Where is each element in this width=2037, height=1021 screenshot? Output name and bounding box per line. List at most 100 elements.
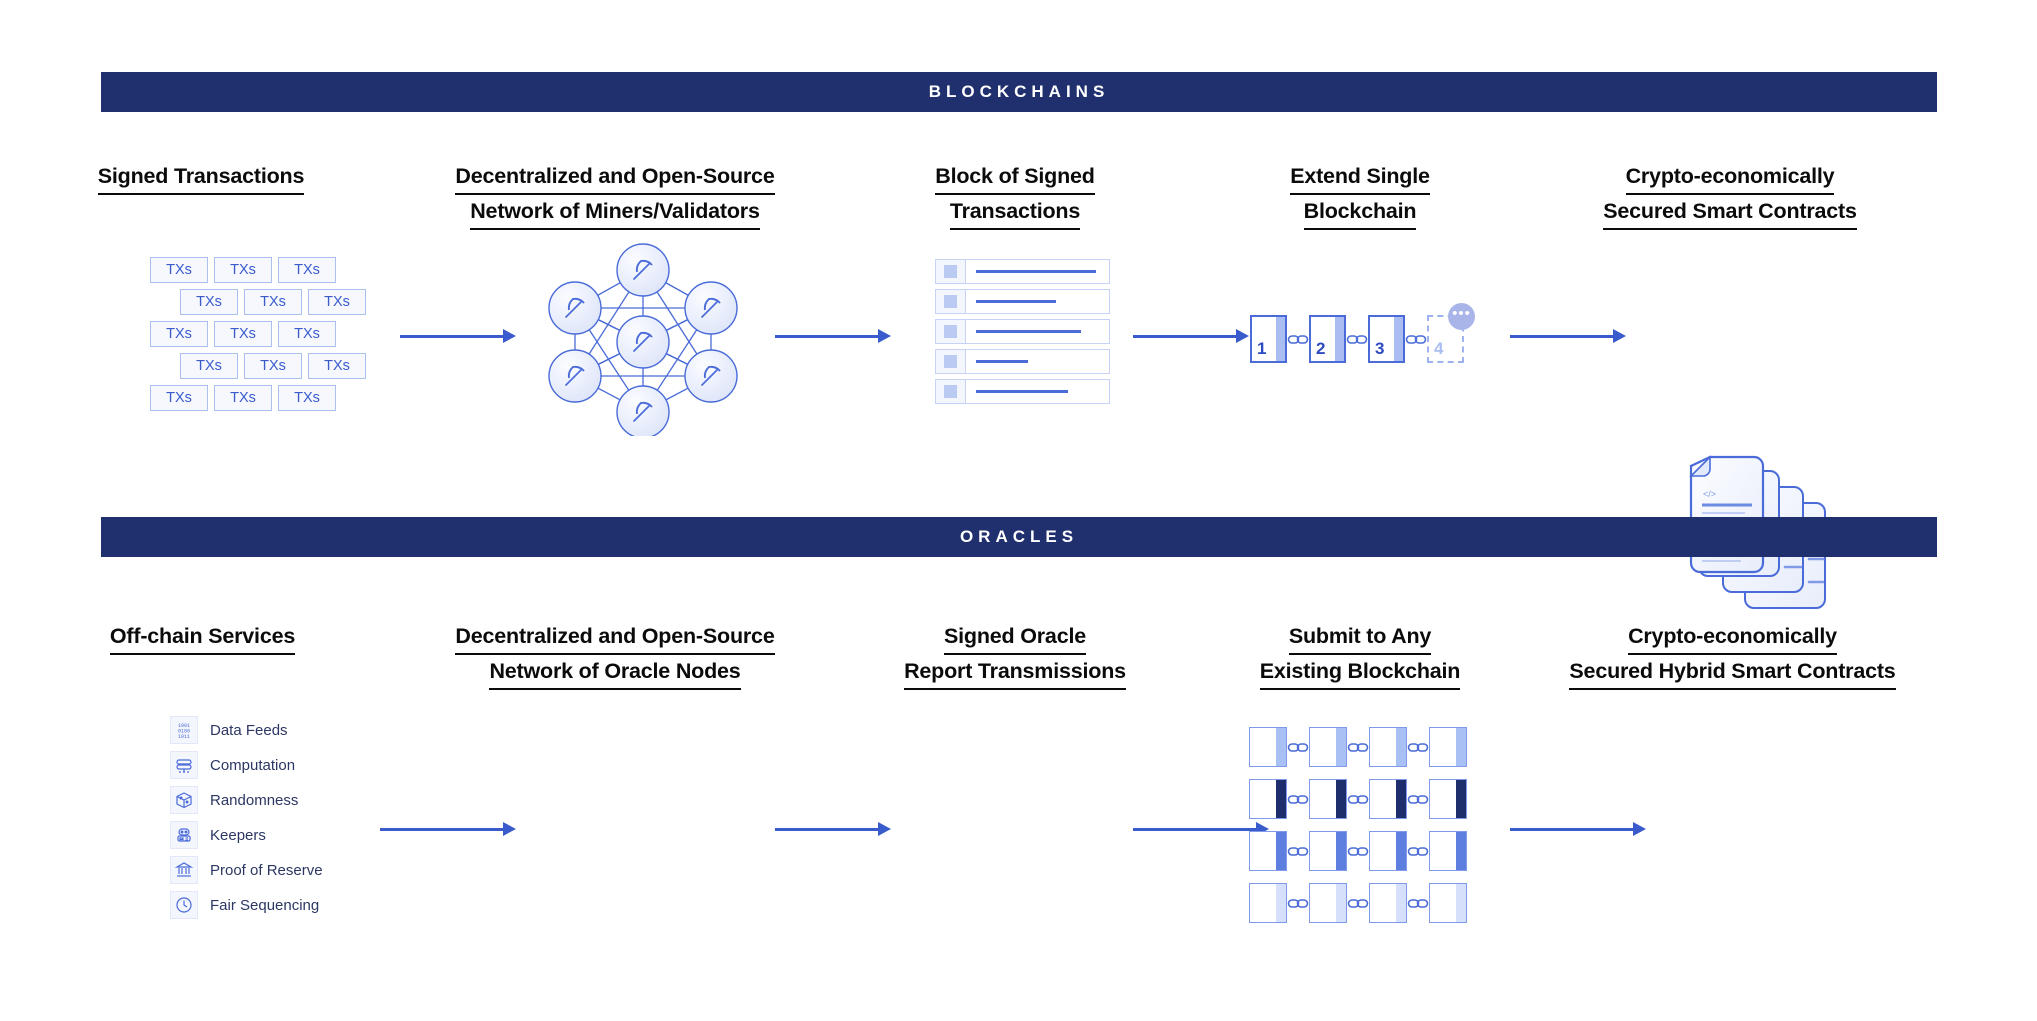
server-icon <box>170 751 198 779</box>
tx-chip: TXs <box>150 321 208 347</box>
chain-block <box>1249 831 1287 871</box>
tx-chip: TXs <box>278 321 336 347</box>
chain-block <box>1369 831 1407 871</box>
section-banner-oracles: ORACLES <box>101 517 1937 557</box>
chain-block <box>1309 831 1347 871</box>
dice-icon <box>170 786 198 814</box>
service-item-proof-of-reserve[interactable]: Proof of Reserve <box>170 856 323 884</box>
chain-block <box>1429 831 1467 871</box>
right-arrow-icon <box>775 822 891 836</box>
right-arrow-icon <box>1510 329 1626 343</box>
service-label: Randomness <box>210 791 299 809</box>
heading-secured-smart-contracts: Crypto-economically Secured Smart Contra… <box>1555 160 1905 230</box>
chain-link-icon <box>1407 897 1429 910</box>
chain-block <box>1369 883 1407 923</box>
miner-node-network <box>545 240 741 436</box>
chain-block: 3 <box>1368 315 1405 363</box>
chain-row <box>1249 883 1467 923</box>
tx-row: TXs TXs TXs <box>180 353 366 379</box>
tx-chip: TXs <box>214 257 272 283</box>
service-item-randomness[interactable]: Randomness <box>170 786 323 814</box>
chain-link-icon <box>1287 897 1309 910</box>
chain-block <box>1429 727 1467 767</box>
signed-block-list <box>935 259 1110 404</box>
chain-link-icon <box>1347 897 1369 910</box>
tx-chip: TXs <box>278 257 336 283</box>
chain-block <box>1309 727 1347 767</box>
content-line <box>976 390 1068 393</box>
block-row <box>935 319 1110 344</box>
bank-icon <box>170 856 198 884</box>
chain-block: 2 <box>1309 315 1346 363</box>
service-label: Fair Sequencing <box>210 896 320 914</box>
chain-link-icon <box>1287 333 1309 346</box>
tx-chip: TXs <box>214 321 272 347</box>
service-item-computation[interactable]: Computation <box>170 751 323 779</box>
tx-row: TXs TXs TXs <box>150 257 366 283</box>
chain-link-icon <box>1287 845 1309 858</box>
heading-miner-network: Decentralized and Open-Source Network of… <box>420 160 810 230</box>
tx-row: TXs TXs TXs <box>180 289 366 315</box>
heading-signed-transactions: Signed Transactions <box>86 160 316 195</box>
section-banner-blockchains: BLOCKCHAINS <box>101 72 1937 112</box>
blockchain-chain: 1 2 3 4 ••• <box>1250 303 1475 363</box>
tx-chip: TXs <box>180 353 238 379</box>
heading-off-chain-services: Off-chain Services <box>90 620 315 655</box>
chain-row <box>1249 831 1467 871</box>
pending-dots-badge: ••• <box>1448 303 1475 330</box>
right-arrow-icon <box>380 822 516 836</box>
square-icon <box>936 290 966 313</box>
heading-signed-oracle-report: Signed Oracle Report Transmissions <box>890 620 1140 690</box>
chain-block <box>1249 727 1287 767</box>
binary-data-icon: 1001 0100 1011 <box>170 716 198 744</box>
tx-chip: TXs <box>180 289 238 315</box>
block-row <box>935 289 1110 314</box>
diagram-canvas: BLOCKCHAINS Signed Transactions Decentra… <box>0 0 2037 1021</box>
chain-block <box>1249 883 1287 923</box>
block-row <box>935 379 1110 404</box>
square-icon <box>936 380 966 403</box>
clock-icon <box>170 891 198 919</box>
chain-link-icon <box>1407 793 1429 806</box>
chain-block-pending: 4 ••• <box>1427 303 1475 363</box>
chain-link-icon <box>1347 741 1369 754</box>
tx-chip: TXs <box>150 385 208 411</box>
chain-block <box>1309 883 1347 923</box>
tx-chip: TXs <box>214 385 272 411</box>
chain-link-icon <box>1346 333 1368 346</box>
tx-chip: TXs <box>308 353 366 379</box>
svg-text:1011: 1011 <box>178 734 190 740</box>
right-arrow-icon <box>1133 329 1249 343</box>
content-line <box>976 300 1056 303</box>
tx-chip: TXs <box>278 385 336 411</box>
right-arrow-icon <box>775 329 891 343</box>
robot-icon <box>170 821 198 849</box>
heading-secured-hybrid-smart-contracts: Crypto-economically Secured Hybrid Smart… <box>1545 620 1920 690</box>
service-item-fair-sequencing[interactable]: Fair Sequencing <box>170 891 323 919</box>
chain-block <box>1309 779 1347 819</box>
multichain-submission-grid <box>1249 727 1467 923</box>
tx-chip: TXs <box>244 289 302 315</box>
chain-row <box>1249 779 1467 819</box>
chain-link-icon <box>1287 741 1309 754</box>
chain-block <box>1249 779 1287 819</box>
off-chain-services-list: 1001 0100 1011 Data Feeds Computation Rand… <box>170 716 323 919</box>
signed-transactions-grid: TXs TXs TXs TXs TXs TXs TXs TXs TXs TXs … <box>150 257 366 411</box>
chain-row <box>1249 727 1467 767</box>
chain-block <box>1369 727 1407 767</box>
heading-block-of-signed-transactions: Block of Signed Transactions <box>890 160 1140 230</box>
chain-link-icon <box>1347 845 1369 858</box>
block-row <box>935 349 1110 374</box>
service-item-data-feeds[interactable]: 1001 0100 1011 Data Feeds <box>170 716 323 744</box>
service-label: Proof of Reserve <box>210 861 323 879</box>
tx-row: TXs TXs TXs <box>150 385 366 411</box>
banner-label: BLOCKCHAINS <box>928 82 1110 101</box>
heading-extend-single-blockchain: Extend Single Blockchain <box>1245 160 1475 230</box>
banner-label: ORACLES <box>959 527 1079 546</box>
service-item-keepers[interactable]: Keepers <box>170 821 323 849</box>
chain-block <box>1369 779 1407 819</box>
right-arrow-icon <box>1510 822 1646 836</box>
square-icon <box>936 320 966 343</box>
service-label: Keepers <box>210 826 266 844</box>
tx-chip: TXs <box>244 353 302 379</box>
